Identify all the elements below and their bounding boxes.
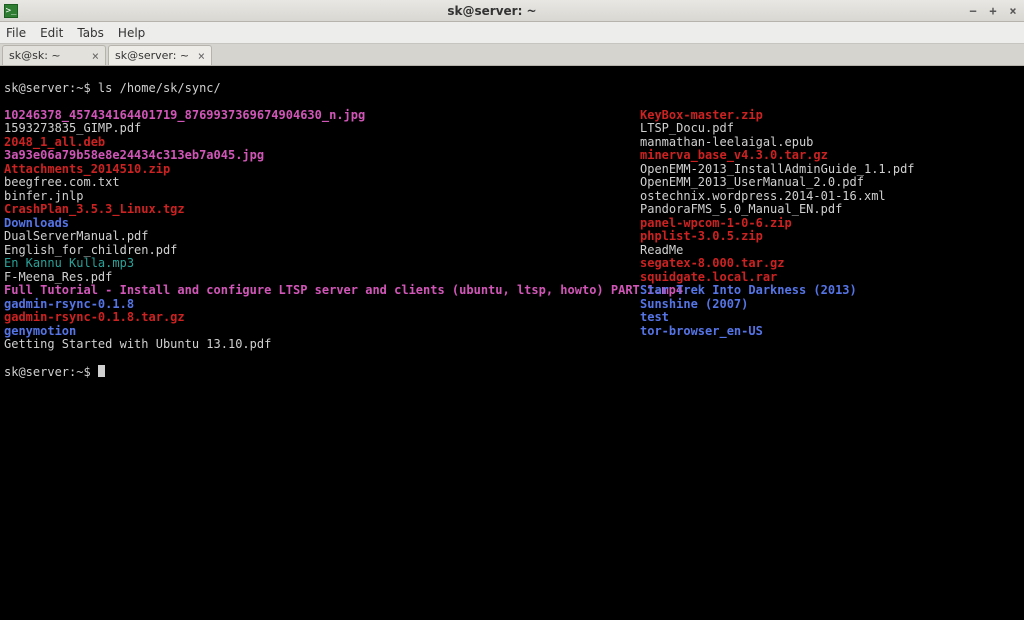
ls-entry: En Kannu Kulla.mp3 (4, 257, 640, 271)
ls-entry: binfer.jnlp (4, 190, 640, 204)
ls-entry: 3a93e06a79b58e8e24434c313eb7a045.jpg (4, 149, 640, 163)
close-button[interactable]: × (1006, 4, 1020, 18)
terminal-output[interactable]: sk@server:~$ ls /home/sk/sync/ 10246378_… (0, 66, 1024, 620)
ls-row: CrashPlan_3.5.3_Linux.tgzPandoraFMS_5.0_… (4, 203, 1020, 217)
tab-0[interactable]: sk@sk: ~ × (2, 45, 106, 65)
ls-row: 10246378_457434164401719_876993736967490… (4, 109, 1020, 123)
minimize-button[interactable]: − (966, 4, 980, 18)
ls-entry: OpenEMM_2013_UserManual_2.0.pdf (640, 176, 1020, 190)
ls-entry: 1593273835_GIMP.pdf (4, 122, 640, 136)
ls-entry: squidgate.local.rar (640, 271, 1020, 285)
ls-entry: Full Tutorial - Install and configure LT… (4, 284, 640, 298)
ls-row: genymotiontor-browser_en-US (4, 325, 1020, 339)
tab-bar: sk@sk: ~ × sk@server: ~ × (0, 44, 1024, 66)
ls-entry: segatex-8.000.tar.gz (640, 257, 1020, 271)
ls-entry: ostechnix.wordpress.2014-01-16.xml (640, 190, 1020, 204)
ls-row: 1593273835_GIMP.pdfLTSP_Docu.pdf (4, 122, 1020, 136)
tab-close-icon[interactable]: × (92, 49, 99, 63)
menu-file[interactable]: File (6, 26, 26, 40)
window-buttons: − + × (966, 4, 1020, 18)
window-titlebar: >_ sk@server: ~ − + × (0, 0, 1024, 22)
cursor-block (98, 365, 105, 377)
ls-row: English_for_children.pdfReadMe (4, 244, 1020, 258)
ls-row: gadmin-rsync-0.1.8.tar.gztest (4, 311, 1020, 325)
ls-row: Getting Started with Ubuntu 13.10.pdf (4, 338, 1020, 352)
ls-entry: genymotion (4, 325, 640, 339)
tab-1[interactable]: sk@server: ~ × (108, 45, 212, 65)
ls-entry: Sunshine (2007) (640, 298, 1020, 312)
ls-entry: Downloads (4, 217, 640, 231)
ls-entry: English_for_children.pdf (4, 244, 640, 258)
ls-entry: KeyBox-master.zip (640, 109, 1020, 123)
ls-row: F-Meena_Res.pdfsquidgate.local.rar (4, 271, 1020, 285)
ls-row: DualServerManual.pdfphplist-3.0.5.zip (4, 230, 1020, 244)
ls-entry: phplist-3.0.5.zip (640, 230, 1020, 244)
ls-row: Downloadspanel-wpcom-1-0-6.zip (4, 217, 1020, 231)
menu-tabs[interactable]: Tabs (77, 26, 104, 40)
ls-entry: manmathan-leelaigal.epub (640, 136, 1020, 150)
tab-label: sk@server: ~ (115, 49, 189, 62)
ls-entry: CrashPlan_3.5.3_Linux.tgz (4, 203, 640, 217)
ls-entry: beegfree.com.txt (4, 176, 640, 190)
ls-row: En Kannu Kulla.mp3segatex-8.000.tar.gz (4, 257, 1020, 271)
menu-edit[interactable]: Edit (40, 26, 63, 40)
ls-entry: test (640, 311, 1020, 325)
ls-entry: ReadMe (640, 244, 1020, 258)
menu-bar: File Edit Tabs Help (0, 22, 1024, 44)
ls-row: Attachments_2014510.zipOpenEMM-2013_Inst… (4, 163, 1020, 177)
ls-entry: 10246378_457434164401719_876993736967490… (4, 109, 640, 123)
prompt-line: sk@server:~$ ls /home/sk/sync/ (4, 82, 1020, 96)
ls-entry: LTSP_Docu.pdf (640, 122, 1020, 136)
ls-entry: OpenEMM-2013_InstallAdminGuide_1.1.pdf (640, 163, 1020, 177)
ls-entry: PandoraFMS_5.0_Manual_EN.pdf (640, 203, 1020, 217)
ls-row: 2048_1_all.debmanmathan-leelaigal.epub (4, 136, 1020, 150)
window-title: sk@server: ~ (24, 4, 960, 18)
prompt-line-last: sk@server:~$ (4, 365, 1020, 380)
ls-entry: DualServerManual.pdf (4, 230, 640, 244)
ls-entry: tor-browser_en-US (640, 325, 1020, 339)
ls-entry: Getting Started with Ubuntu 13.10.pdf (4, 338, 640, 352)
ls-row: binfer.jnlpostechnix.wordpress.2014-01-1… (4, 190, 1020, 204)
ls-row: Full Tutorial - Install and configure LT… (4, 284, 1020, 298)
ls-entry: F-Meena_Res.pdf (4, 271, 640, 285)
ls-entry: panel-wpcom-1-0-6.zip (640, 217, 1020, 231)
ls-row: beegfree.com.txtOpenEMM_2013_UserManual_… (4, 176, 1020, 190)
ls-entry (640, 338, 1020, 352)
ls-row: 3a93e06a79b58e8e24434c313eb7a045.jpgmine… (4, 149, 1020, 163)
tab-label: sk@sk: ~ (9, 49, 61, 62)
ls-entry: gadmin-rsync-0.1.8 (4, 298, 640, 312)
menu-help[interactable]: Help (118, 26, 145, 40)
terminal-app-icon: >_ (4, 4, 18, 18)
ls-entry: Attachments_2014510.zip (4, 163, 640, 177)
tab-close-icon[interactable]: × (198, 49, 205, 63)
ls-row: gadmin-rsync-0.1.8Sunshine (2007) (4, 298, 1020, 312)
maximize-button[interactable]: + (986, 4, 1000, 18)
ls-entry: minerva_base_v4.3.0.tar.gz (640, 149, 1020, 163)
ls-entry: Star Trek Into Darkness (2013) (640, 284, 1020, 298)
ls-entry: 2048_1_all.deb (4, 136, 640, 150)
ls-entry: gadmin-rsync-0.1.8.tar.gz (4, 311, 640, 325)
